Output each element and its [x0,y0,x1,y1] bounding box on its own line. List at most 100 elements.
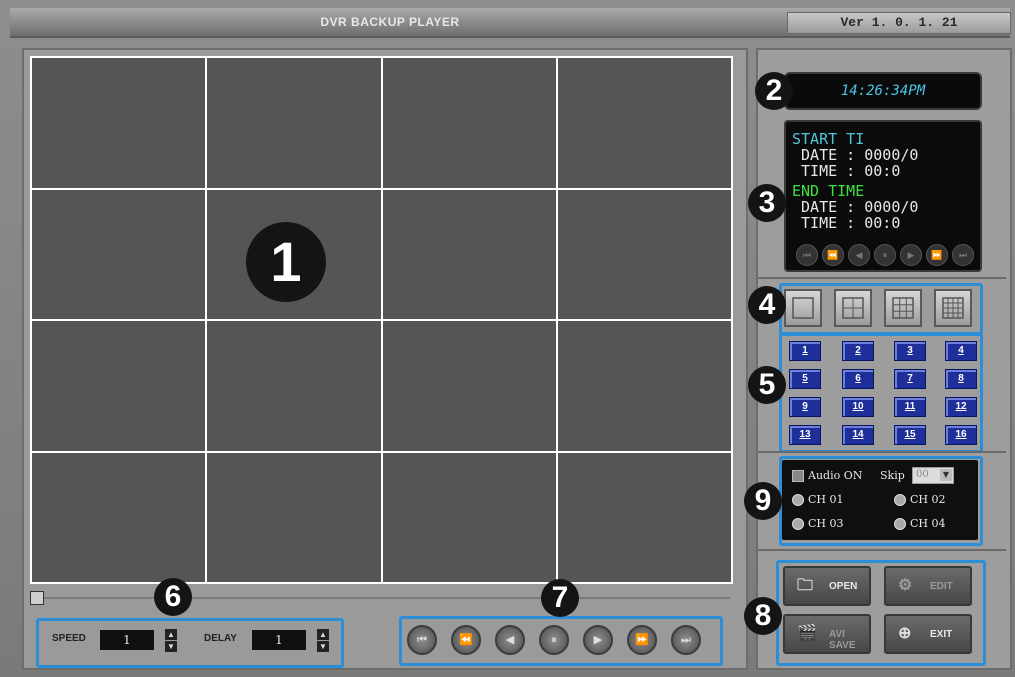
speed-down-icon[interactable]: ▼ [165,641,177,652]
channel-button-9[interactable]: 9 [789,397,821,417]
speed-control: SPEED 1 ▲ ▼ [44,622,184,662]
callout-8: 8 [744,597,782,635]
channel-button-5[interactable]: 5 [789,369,821,389]
quad-screen-icon [842,297,864,319]
skip-label: Skip [880,469,905,482]
dvr-backup-player-window: DVR BACKUP PLAYER Ver 1. 0. 1. 21 14:26:… [0,0,1015,677]
video-cell[interactable] [557,58,731,188]
edit-button[interactable]: ⚙ EDIT [884,566,972,606]
ch03-label: CH 03 [808,517,844,530]
ch03-radio[interactable] [792,518,804,530]
callout-7: 7 [541,579,579,617]
start-time-heading: START TI [792,130,865,148]
slider-track [44,597,730,599]
pause-icon[interactable]: ⏸ [539,625,569,655]
chevron-down-icon: ▼ [940,469,952,481]
video-cell[interactable] [32,189,206,319]
channel-button-2[interactable]: 2 [842,341,874,361]
channel-button-3[interactable]: 3 [894,341,926,361]
ch02-label: CH 02 [910,493,946,506]
video-cell[interactable] [207,58,381,188]
channel-button-6[interactable]: 6 [842,369,874,389]
channel-button-11[interactable]: 11 [894,397,926,417]
video-cell[interactable] [207,452,381,582]
play-icon[interactable]: ▶ [583,625,613,655]
nine-screen-icon [892,297,914,319]
forward-end-icon[interactable]: ⏭ [671,625,701,655]
avi-save-button-label: AVI SAVE [829,629,856,651]
forward-end-icon[interactable]: ⏭ [952,244,974,266]
ch01-label: CH 01 [808,493,844,506]
step-back-icon[interactable]: ◀ [495,625,525,655]
delay-up-icon[interactable]: ▲ [317,629,329,640]
video-cell[interactable] [382,321,556,451]
window-title: DVR BACKUP PLAYER [320,15,460,29]
video-cell[interactable] [557,452,731,582]
rewind-fast-icon[interactable]: ⏪ [822,244,844,266]
channel-button-4[interactable]: 4 [945,341,977,361]
speed-up-icon[interactable]: ▲ [165,629,177,640]
callout-3: 3 [748,184,786,222]
exit-button-label: EXIT [930,629,953,640]
title-bar: DVR BACKUP PLAYER Ver 1. 0. 1. 21 [10,8,1011,38]
end-time-heading: END TIME [792,182,865,200]
layout-2x2-button[interactable] [834,289,872,327]
divider [758,549,1006,551]
ch02-radio[interactable] [894,494,906,506]
divider [758,277,1006,279]
gear-icon: ⚙ [898,577,913,594]
edit-button-label: EDIT [930,581,953,592]
video-cell[interactable] [382,189,556,319]
layout-1x1-button[interactable] [784,289,822,327]
delay-down-icon[interactable]: ▼ [317,641,329,652]
channel-button-8[interactable]: 8 [945,369,977,389]
open-button[interactable]: 🗀 OPEN [783,566,871,606]
video-grid [30,56,733,584]
step-back-icon[interactable]: ◀ [848,244,870,266]
channel-button-1[interactable]: 1 [789,341,821,361]
layout-4x4-button[interactable] [934,289,972,327]
video-cell[interactable] [32,321,206,451]
play-icon[interactable]: ▶ [900,244,922,266]
layout-3x3-button[interactable] [884,289,922,327]
channel-button-14[interactable]: 14 [842,425,874,445]
start-date-value: DATE : 0000/0 [792,146,919,164]
open-button-label: OPEN [829,581,858,592]
clock-display: 14:26:34PM [784,72,982,110]
skip-select[interactable]: 00 ▼ [912,467,954,484]
forward-fast-icon[interactable]: ⏩ [926,244,948,266]
video-cell[interactable] [32,452,206,582]
avi-save-button[interactable]: 🎬 AVI SAVE [783,614,871,654]
delay-label: DELAY [204,633,237,644]
delay-value[interactable]: 1 [252,630,306,650]
channel-button-7[interactable]: 7 [894,369,926,389]
exit-button[interactable]: ⊕ EXIT [884,614,972,654]
audio-on-checkbox[interactable] [792,470,804,482]
progress-slider[interactable] [30,591,733,605]
video-cell[interactable] [382,452,556,582]
channel-button-10[interactable]: 10 [842,397,874,417]
channel-button-15[interactable]: 15 [894,425,926,445]
pause-icon[interactable]: ⏸ [874,244,896,266]
video-cell[interactable] [557,321,731,451]
channel-button-13[interactable]: 13 [789,425,821,445]
video-cell[interactable] [382,58,556,188]
rewind-end-icon[interactable]: ⏮ [796,244,818,266]
delay-control: DELAY 1 ▲ ▼ [196,622,336,662]
rewind-fast-icon[interactable]: ⏪ [451,625,481,655]
rewind-end-icon[interactable]: ⏮ [407,625,437,655]
video-cell[interactable] [32,58,206,188]
clapperboard-icon: 🎬 [797,625,817,642]
video-cell[interactable] [557,189,731,319]
slider-thumb[interactable] [30,591,44,605]
video-cell[interactable] [207,321,381,451]
speed-value[interactable]: 1 [100,630,154,650]
channel-button-16[interactable]: 16 [945,425,977,445]
ch04-radio[interactable] [894,518,906,530]
forward-fast-icon[interactable]: ⏩ [627,625,657,655]
ch01-radio[interactable] [792,494,804,506]
callout-2: 2 [755,72,793,110]
skip-value: 00 [916,469,929,480]
speed-label: SPEED [52,633,86,644]
channel-button-12[interactable]: 12 [945,397,977,417]
